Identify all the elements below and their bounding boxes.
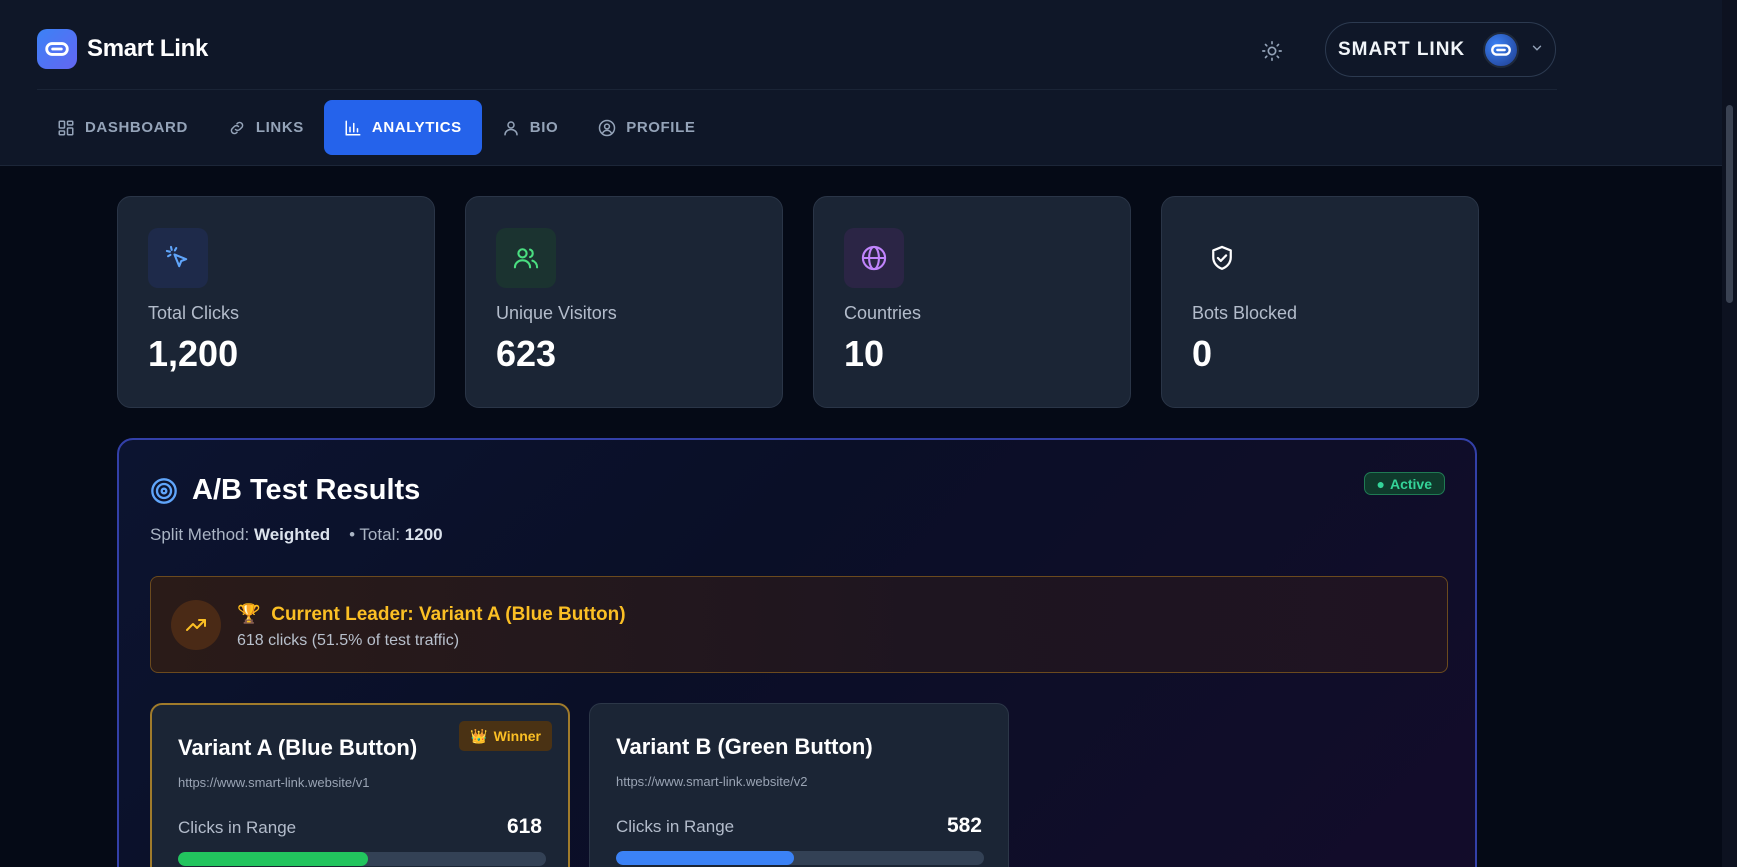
total-label: • Total: [349, 525, 401, 544]
brand-name: Smart Link [87, 35, 209, 62]
split-value: Weighted [253, 525, 331, 544]
clicks-bar-track [178, 852, 546, 866]
sun-icon [1262, 41, 1282, 61]
globe-icon [844, 228, 904, 288]
nav-label: DASHBOARD [85, 119, 188, 136]
stat-card-unique-visitors: Unique Visitors 623 [465, 196, 783, 408]
current-leader-box: 🏆 Current Leader: Variant A (Blue Button… [150, 576, 1448, 673]
stat-card-total-clicks: Total Clicks 1,200 [117, 196, 435, 408]
nav-item-links[interactable]: LINKS [208, 100, 324, 155]
clicks-bar-track [616, 851, 984, 865]
nav-item-dashboard[interactable]: DASHBOARD [37, 100, 208, 155]
link-icon [230, 121, 244, 134]
leader-subtitle: 618 clicks (51.5% of test traffic) [237, 632, 460, 649]
nav-item-analytics[interactable]: ANALYTICS [323, 100, 482, 155]
users-icon [496, 228, 556, 288]
grid-icon [58, 120, 74, 135]
winner-text: Winner [493, 728, 541, 744]
ab-title: A/B Test Results [192, 474, 421, 506]
leader-title-text: Current Leader: Variant A (Blue Button) [271, 604, 626, 625]
total-value: 1200 [404, 525, 443, 544]
ab-meta: Split Method: Weighted • Total: 1200 [150, 525, 443, 545]
trending-up-icon [171, 600, 221, 650]
split-label: Split Method: [150, 525, 250, 544]
crown-icon: 👑 [470, 727, 488, 744]
app-root: Smart Link SMART LINK DASHBOARD LINKS AN… [0, 0, 1737, 867]
variant-title: Variant A (Blue Button) [178, 735, 418, 760]
variant-url[interactable]: https://www.smart-link.website/v2 [616, 774, 807, 789]
scrollbar-thumb[interactable] [1726, 105, 1733, 303]
clicks-value: 582 [946, 814, 982, 837]
ab-test-panel: A/B Test Results ● Active Split Method: … [117, 438, 1477, 867]
leader-title: 🏆 Current Leader: Variant A (Blue Button… [237, 602, 626, 626]
user-menu-button[interactable]: SMART LINK [1325, 22, 1556, 77]
bar-chart-icon [345, 120, 361, 135]
stat-value: 10 [844, 333, 885, 374]
stats-row: Total Clicks 1,200 Unique Visitors 623 C… [117, 196, 1479, 408]
variant-card-b[interactable]: Variant B (Green Button) https://www.sma… [589, 703, 1009, 867]
header-divider [37, 89, 1557, 90]
avatar [1483, 32, 1519, 68]
trophy-icon: 🏆 [237, 604, 261, 625]
main-nav: DASHBOARD LINKS ANALYTICS BIO PROFILE [37, 100, 715, 155]
stat-card-bots-blocked: Bots Blocked 0 [1161, 196, 1479, 408]
stat-value: 0 [1192, 333, 1213, 374]
winner-badge: 👑 Winner [459, 721, 552, 751]
clicks-bar-fill [178, 852, 368, 866]
nav-label: LINKS [255, 119, 304, 136]
user-name: SMART LINK [1338, 38, 1466, 60]
clicks-label: Clicks in Range [616, 817, 735, 836]
ab-title-row: A/B Test Results [150, 474, 420, 507]
brand[interactable]: Smart Link [37, 29, 208, 69]
stat-label: Total Clicks [148, 303, 240, 323]
status-badge: ● Active [1363, 472, 1445, 495]
user-circle-icon [598, 119, 616, 136]
stat-label: Unique Visitors [496, 303, 617, 323]
user-icon [504, 120, 518, 135]
stat-card-countries: Countries 10 [813, 196, 1131, 408]
clicks-label: Clicks in Range [178, 818, 297, 837]
shield-check-icon [1192, 228, 1252, 288]
stat-label: Bots Blocked [1192, 303, 1298, 323]
top-bar: Smart Link SMART LINK DASHBOARD LINKS AN… [0, 0, 1722, 166]
page-scrollbar[interactable] [1722, 0, 1737, 867]
variant-url[interactable]: https://www.smart-link.website/v1 [178, 775, 369, 790]
clicks-value: 618 [506, 815, 542, 838]
link-icon [1491, 44, 1511, 56]
theme-toggle-button[interactable] [1259, 38, 1285, 64]
stat-label: Countries [844, 303, 922, 323]
variant-title: Variant B (Green Button) [616, 734, 873, 759]
clicks-bar-fill [616, 851, 795, 865]
nav-label: ANALYTICS [371, 119, 462, 136]
nav-item-profile[interactable]: PROFILE [578, 100, 715, 155]
nav-label: PROFILE [626, 119, 696, 136]
nav-label: BIO [529, 119, 559, 136]
nav-item-bio[interactable]: BIO [482, 100, 578, 155]
target-icon [151, 477, 177, 504]
status-dot-icon: ● [1376, 475, 1385, 492]
variant-card-a[interactable]: 👑 Winner Variant A (Blue Button) https:/… [150, 703, 570, 867]
stat-value: 1,200 [148, 333, 239, 374]
status-text: Active [1389, 475, 1432, 492]
cursor-click-icon [148, 228, 208, 288]
link-logo-icon [37, 29, 77, 69]
stat-value: 623 [496, 333, 557, 374]
chevron-down-icon [1532, 45, 1542, 51]
